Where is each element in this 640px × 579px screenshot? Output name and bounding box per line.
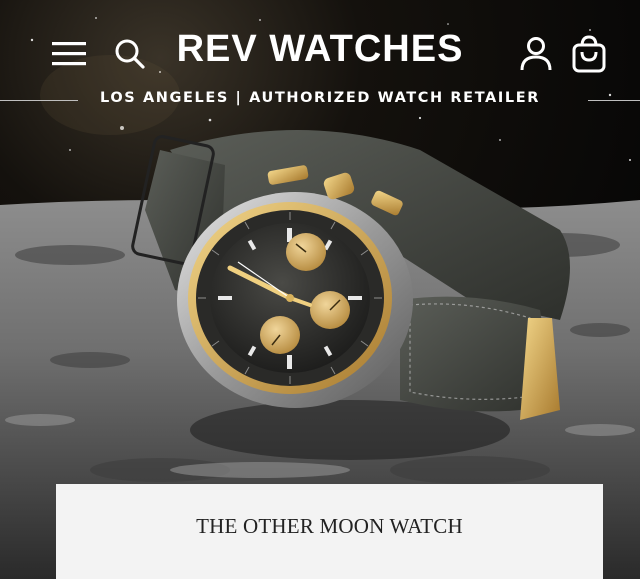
- shopping-bag-icon[interactable]: [570, 34, 608, 74]
- promo-card-title[interactable]: THE OTHER MOON WATCH: [56, 514, 603, 539]
- tagline: LOS ANGELES | AUTHORIZED WATCH RETAILER: [100, 90, 540, 106]
- site-header: REV WATCHES LOS ANGELES | AUTHORIZED WAT…: [0, 0, 640, 120]
- page: REV WATCHES LOS ANGELES | AUTHORIZED WAT…: [0, 0, 640, 579]
- user-account-icon[interactable]: [519, 36, 553, 72]
- tagline-divider-right: [588, 100, 640, 101]
- promo-card[interactable]: THE OTHER MOON WATCH: [56, 484, 603, 579]
- tagline-bar: LOS ANGELES | AUTHORIZED WATCH RETAILER: [0, 88, 640, 112]
